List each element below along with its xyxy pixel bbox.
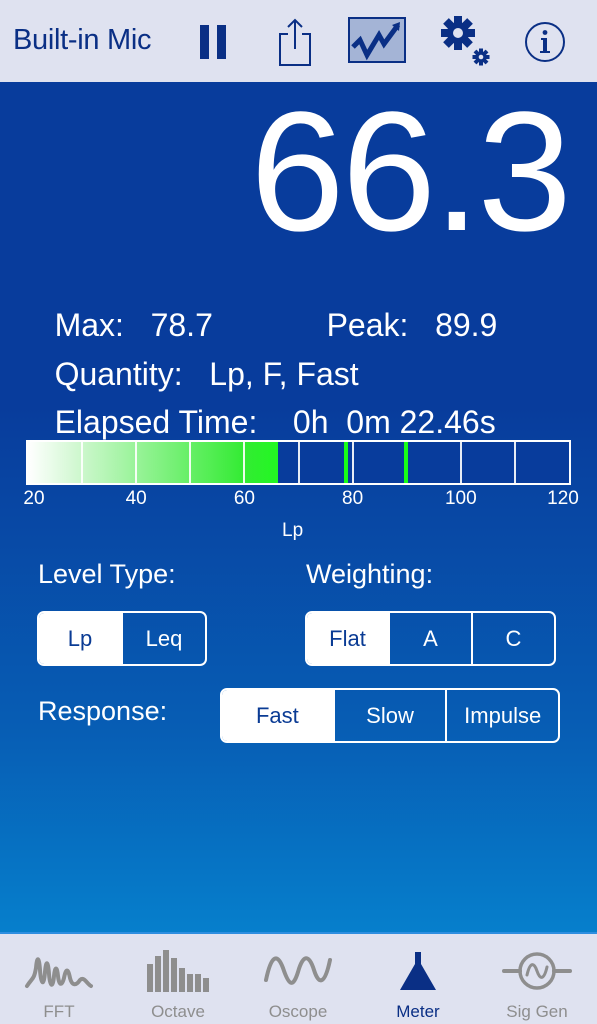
weighting-label: Weighting: bbox=[306, 559, 434, 589]
peak-value: 89.9 bbox=[435, 307, 498, 343]
response-label: Response: bbox=[38, 696, 168, 726]
share-icon bbox=[279, 18, 311, 66]
meter-icon bbox=[400, 952, 436, 990]
weighting-segmented-control: Flat A C bbox=[305, 611, 556, 666]
graph-icon bbox=[348, 17, 406, 63]
current-level-readout: 66.3 bbox=[250, 77, 572, 267]
octave-icon bbox=[147, 950, 209, 992]
meter-tick-label: 20 bbox=[23, 488, 45, 509]
elapsed-value: 0h 0m 22.46s bbox=[292, 404, 496, 440]
meter-max-marker bbox=[343, 442, 348, 483]
meter-grid-line bbox=[297, 442, 300, 483]
response-option-fast[interactable]: Fast bbox=[222, 690, 333, 741]
response-option-impulse[interactable]: Impulse bbox=[445, 690, 558, 741]
pause-icon bbox=[200, 25, 226, 59]
meter-tick-label: 80 bbox=[342, 488, 364, 509]
tab-oscope[interactable]: Oscope bbox=[243, 934, 353, 1024]
meter-panel: 66.3 Max: 78.7 Peak: 89.9 Quantity: Lp, … bbox=[0, 82, 597, 932]
meter-grid-line bbox=[459, 442, 462, 483]
weighting-option-a[interactable]: A bbox=[388, 613, 471, 664]
tab-fft[interactable]: FFT bbox=[4, 934, 114, 1024]
info-button[interactable] bbox=[520, 18, 570, 66]
level-meter-bar bbox=[26, 440, 571, 485]
graph-toggle-button[interactable] bbox=[347, 16, 407, 64]
sig-gen-icon bbox=[502, 952, 572, 990]
tab-label: Meter bbox=[396, 1002, 440, 1021]
response-segmented-control: Fast Slow Impulse bbox=[220, 688, 560, 743]
meter-grid-line bbox=[513, 442, 516, 483]
tab-label: FFT bbox=[43, 1002, 75, 1021]
elapsed-label: Elapsed Time: bbox=[54, 404, 258, 440]
meter-tick-label: 40 bbox=[125, 488, 147, 509]
meter-unit-label: Lp bbox=[282, 520, 304, 541]
meter-peak-marker bbox=[404, 442, 409, 483]
tab-sig-gen[interactable]: Sig Gen bbox=[482, 934, 592, 1024]
tab-label: Octave bbox=[151, 1002, 205, 1021]
meter-tick-label: 100 bbox=[444, 488, 477, 509]
level-type-option-leq[interactable]: Leq bbox=[121, 613, 205, 664]
fft-icon bbox=[25, 957, 93, 988]
meter-grid-line bbox=[81, 442, 84, 483]
settings-icon bbox=[441, 16, 490, 66]
settings-button[interactable] bbox=[437, 12, 495, 70]
top-toolbar: Built-in Mic bbox=[0, 0, 597, 82]
input-source-button[interactable]: Built-in Mic bbox=[13, 24, 152, 57]
meter-grid-line bbox=[189, 442, 192, 483]
meter-grid-line bbox=[351, 442, 354, 483]
weighting-option-c[interactable]: C bbox=[471, 613, 554, 664]
meter-level-fill bbox=[28, 442, 279, 483]
weighting-option-flat[interactable]: Flat bbox=[307, 613, 388, 664]
pause-button[interactable] bbox=[193, 22, 233, 62]
tab-octave[interactable]: Octave bbox=[123, 934, 233, 1024]
level-type-segmented-control: Lp Leq bbox=[37, 611, 207, 666]
bottom-tab-bar: FFT Octave Oscope Meter Sig Gen bbox=[0, 932, 597, 1024]
level-type-label: Level Type: bbox=[38, 559, 176, 589]
meter-tick-label: 120 bbox=[547, 488, 579, 509]
meter-grid-line bbox=[135, 442, 138, 483]
response-option-slow[interactable]: Slow bbox=[332, 690, 446, 741]
meter-scale: 20 40 60 80 100 120 bbox=[0, 488, 597, 509]
tab-label: Sig Gen bbox=[506, 1002, 568, 1021]
oscope-icon bbox=[264, 956, 332, 985]
share-button[interactable] bbox=[272, 16, 318, 68]
meter-tick-label: 60 bbox=[233, 488, 255, 509]
level-type-option-lp[interactable]: Lp bbox=[39, 613, 121, 664]
tab-meter[interactable]: Meter bbox=[363, 934, 473, 1024]
tab-label: Oscope bbox=[268, 1002, 328, 1021]
meter-grid-line bbox=[243, 442, 246, 483]
info-icon bbox=[525, 22, 565, 62]
